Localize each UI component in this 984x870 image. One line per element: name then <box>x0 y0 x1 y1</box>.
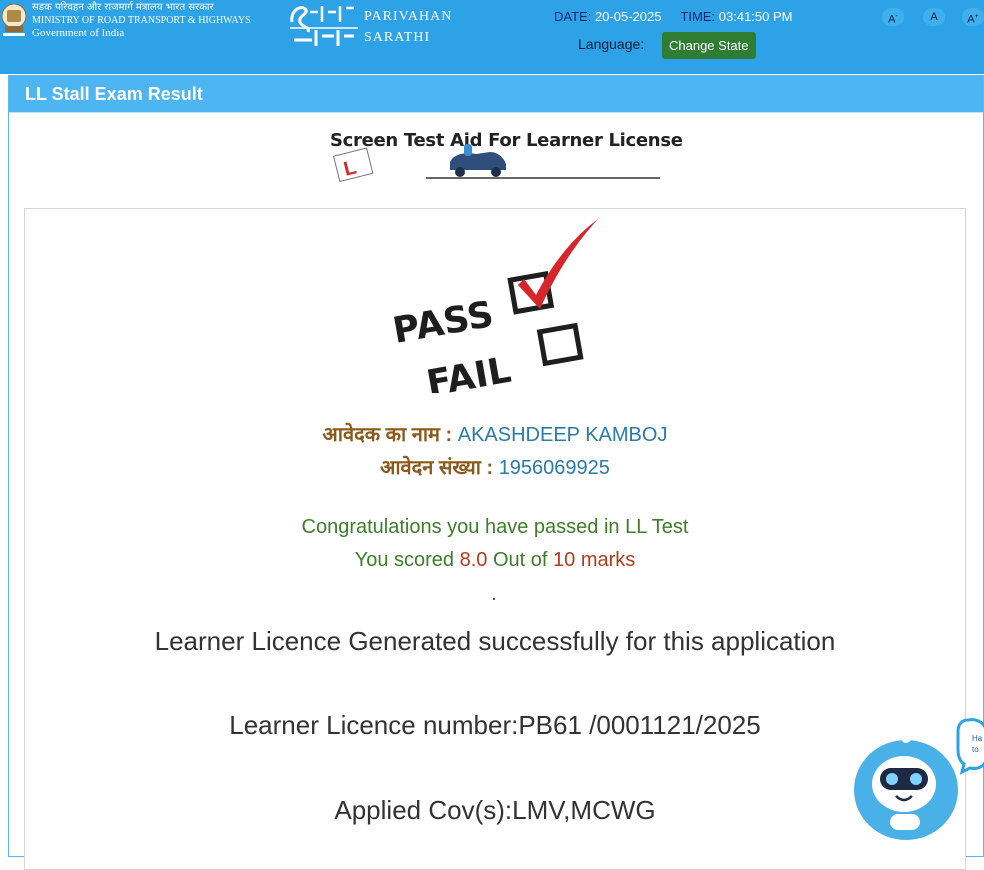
date-value: 20-05-2025 <box>594 9 662 24</box>
chatbot-bubble-text[interactable]: Ha to <box>972 733 982 755</box>
site-header: सड़क परिवहन और राजमार्ग मंत्रालय भारत सर… <box>0 0 984 74</box>
national-emblem-icon <box>1 3 27 36</box>
learner-car-icon: L <box>332 144 660 182</box>
ministry-hindi: सड़क परिवहन और राजमार्ग मंत्रालय भारत सर… <box>32 2 214 13</box>
score-total: 10 marks <box>553 549 636 571</box>
parivahan-sarathi-text: PARIVAHAN SARATHI <box>364 6 452 48</box>
application-number: 1956069925 <box>498 457 610 479</box>
parivahan-label: PARIVAHAN <box>364 9 453 24</box>
ministry-text: सड़क परिवहन और राजमार्ग मंत्रालय भारत सर… <box>32 1 251 40</box>
applicant-name: AKASHDEEP KAMBOJ <box>457 424 668 446</box>
fail-text: FAIL <box>424 350 514 393</box>
chatbot-robot-icon[interactable] <box>850 718 984 844</box>
application-number-label: आवेदन संख्या : <box>380 457 494 479</box>
language-label: Language: <box>578 36 645 52</box>
font-normal-button[interactable]: A <box>923 8 945 26</box>
time-value: 03:41:50 PM <box>718 9 793 24</box>
time-label: TIME: <box>680 9 716 24</box>
font-increase-button[interactable]: A+ <box>962 8 984 26</box>
applied-cov: Applied Cov(s):LMV,MCWG <box>334 795 656 825</box>
panel-header: LL Stall Exam Result <box>9 76 983 113</box>
applicant-label: आवेदक का नाम : <box>322 424 453 446</box>
score-prefix: You scored <box>354 549 455 571</box>
government-of-india: Government of India <box>32 27 125 39</box>
date-time: DATE: 20-05-2025 TIME: 03:41:50 PM <box>554 9 792 24</box>
change-state-button[interactable]: Change State <box>662 32 756 59</box>
score-line: You scored 8.0 Out of 10 marks <box>24 549 966 572</box>
font-decrease-button[interactable]: A- <box>882 8 904 26</box>
pass-fail-checkbox-icon: PASS FAIL <box>390 219 598 393</box>
sarathi-logo-icon[interactable] <box>288 0 360 48</box>
application-number-row: आवेदन संख्या : 1956069925 <box>24 453 966 480</box>
licence-generated-message: Learner Licence Generated successfully f… <box>154 626 836 656</box>
score-value: 8.0 <box>459 549 488 571</box>
pass-text: PASS <box>390 294 497 352</box>
ministry-english: MINISTRY OF ROAD TRANSPORT & HIGHWAYS <box>32 15 251 26</box>
licence-number: Learner Licence number:PB61 /0001121/202… <box>229 710 761 740</box>
congrats-message: Congratulations you have passed in LL Te… <box>301 516 689 538</box>
sarathi-label: SARATHI <box>364 30 431 45</box>
separator-dot <box>493 598 495 600</box>
score-mid: Out of <box>492 549 548 571</box>
applicant-row: आवेदक का नाम : AKASHDEEP KAMBOJ <box>24 420 966 447</box>
panel-title: LL Stall Exam Result <box>25 84 203 104</box>
date-label: DATE: <box>554 9 592 24</box>
